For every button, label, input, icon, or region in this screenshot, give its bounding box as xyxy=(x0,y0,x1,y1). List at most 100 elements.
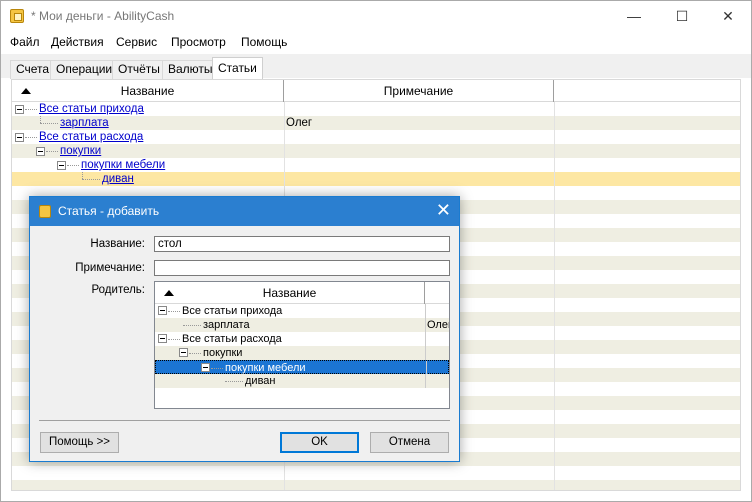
note-cell xyxy=(284,144,554,158)
minimize-button[interactable]: — xyxy=(611,1,657,31)
note-cell xyxy=(284,172,554,186)
empty-cell xyxy=(554,172,740,186)
cancel-button[interactable]: Отмена xyxy=(370,432,449,453)
tree-column-name[interactable]: Название xyxy=(155,282,425,304)
help-button[interactable]: Помощь >> xyxy=(40,432,119,453)
tree-row[interactable]: Все статьи расхода xyxy=(155,332,449,346)
tree-row[interactable]: зарплата Олег xyxy=(155,318,449,332)
tree-row[interactable]: диван xyxy=(155,374,449,388)
collapse-icon[interactable] xyxy=(201,363,210,372)
article-link[interactable]: покупки xyxy=(60,144,101,158)
tree-connector xyxy=(25,109,37,110)
menu-file[interactable]: Файл xyxy=(10,35,40,49)
tree-connector xyxy=(67,165,79,166)
tab-currencies[interactable]: Валюты xyxy=(162,60,219,79)
empty-cell xyxy=(554,242,740,256)
table-row[interactable] xyxy=(12,466,740,480)
dialog-title: Статья - добавить xyxy=(58,204,160,218)
empty-cell xyxy=(554,144,740,158)
tree-row[interactable]: покупки xyxy=(155,346,449,360)
tree-sort-ascending-icon xyxy=(164,290,174,296)
table-row[interactable]: покупки мебели xyxy=(12,158,740,172)
empty-cell xyxy=(554,270,740,284)
note-cell xyxy=(284,158,554,172)
tree-item-label: Все статьи расхода xyxy=(182,333,282,345)
menu-help[interactable]: Помощь xyxy=(241,35,287,49)
empty-cell xyxy=(554,130,740,144)
empty-cell xyxy=(554,214,740,228)
tree-note-cell xyxy=(425,304,449,318)
close-button[interactable]: ✕ xyxy=(705,1,751,31)
table-row[interactable]: зарплата Олег xyxy=(12,116,740,130)
note-cell xyxy=(284,480,554,490)
collapse-icon[interactable] xyxy=(158,306,167,315)
tree-note-cell: Олег xyxy=(425,318,449,332)
tab-articles[interactable]: Статьи xyxy=(212,57,263,79)
tree-connector xyxy=(183,325,201,326)
empty-cell xyxy=(554,102,740,116)
empty-cell xyxy=(554,340,740,354)
parent-label: Родитель: xyxy=(91,284,146,296)
name-input[interactable]: стол xyxy=(154,236,450,252)
empty-cell xyxy=(554,354,740,368)
note-input[interactable] xyxy=(154,260,450,276)
tree-note-cell xyxy=(426,361,449,375)
empty-cell xyxy=(554,452,740,466)
collapse-icon[interactable] xyxy=(36,147,45,156)
tree-connector xyxy=(40,123,58,124)
dialog-close-icon[interactable]: ✕ xyxy=(436,200,451,221)
tree-row[interactable]: Все статьи прихода xyxy=(155,304,449,318)
dialog-title-bar: Статья - добавить ✕ xyxy=(30,197,459,226)
column-header-note[interactable]: Примечание xyxy=(284,80,554,102)
empty-cell xyxy=(554,228,740,242)
note-cell xyxy=(284,102,554,116)
table-row[interactable] xyxy=(12,480,740,490)
ok-button[interactable]: OK xyxy=(280,432,359,453)
column-header-name[interactable]: Название xyxy=(12,80,284,102)
empty-cell xyxy=(554,368,740,382)
parent-tree[interactable]: Название Все статьи прихода зарплата Олег В… xyxy=(154,281,450,409)
article-link[interactable]: Все статьи расхода xyxy=(39,130,143,144)
collapse-icon[interactable] xyxy=(15,105,24,114)
window-title: * Мои деньги - AbilityCash xyxy=(31,9,175,23)
empty-cell xyxy=(554,256,740,270)
tree-note-cell xyxy=(425,346,449,360)
collapse-icon[interactable] xyxy=(57,161,66,170)
menu-actions[interactable]: Действия xyxy=(51,35,104,49)
tree-item-label: Все статьи прихода xyxy=(182,305,283,317)
table-row[interactable]: Все статьи расхода xyxy=(12,130,740,144)
article-link[interactable]: покупки мебели xyxy=(81,158,165,172)
maximize-button[interactable]: ☐ xyxy=(659,1,705,31)
menu-service[interactable]: Сервис xyxy=(116,35,157,49)
collapse-icon[interactable] xyxy=(15,133,24,142)
article-link[interactable]: Все статьи прихода xyxy=(39,102,144,116)
empty-cell xyxy=(554,396,740,410)
article-link[interactable]: зарплата xyxy=(60,116,109,130)
note-cell xyxy=(284,130,554,144)
tab-operations[interactable]: Операции xyxy=(50,60,119,79)
empty-cell xyxy=(554,312,740,326)
empty-cell xyxy=(554,298,740,312)
tree-connector xyxy=(211,368,223,369)
empty-cell xyxy=(554,466,740,480)
note-cell: Олег xyxy=(284,116,554,130)
tab-reports[interactable]: Отчёты xyxy=(112,60,166,79)
collapse-icon[interactable] xyxy=(179,348,188,357)
menu-bar: Файл Действия Сервис Просмотр Помощь xyxy=(1,32,751,52)
tree-item-label: зарплата xyxy=(203,319,250,331)
table-row[interactable]: диван xyxy=(12,172,740,186)
name-label: Название: xyxy=(90,238,145,250)
empty-cell xyxy=(554,410,740,424)
empty-cell xyxy=(554,382,740,396)
collapse-icon[interactable] xyxy=(158,334,167,343)
article-link[interactable]: диван xyxy=(102,172,134,186)
add-article-dialog: Статья - добавить ✕ Название: стол Приме… xyxy=(29,196,460,462)
empty-cell xyxy=(554,438,740,452)
empty-cell xyxy=(554,186,740,200)
menu-view[interactable]: Просмотр xyxy=(171,35,226,49)
table-row[interactable]: покупки xyxy=(12,144,740,158)
tab-accounts[interactable]: Счета xyxy=(10,60,56,79)
tree-item-label: диван xyxy=(245,375,276,387)
table-row[interactable]: Все статьи прихода xyxy=(12,102,740,116)
tree-row[interactable]: покупки мебели xyxy=(155,360,449,375)
